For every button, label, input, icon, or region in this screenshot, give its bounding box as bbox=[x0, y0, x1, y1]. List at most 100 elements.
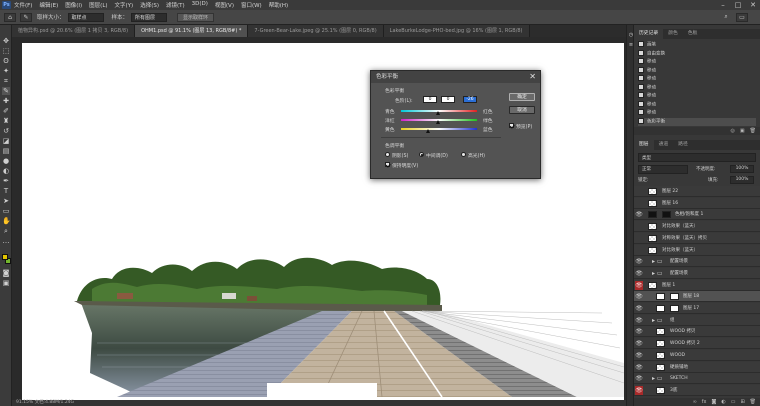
home-icon[interactable]: ⌂ bbox=[4, 12, 16, 22]
workspace-icon[interactable]: ▭ bbox=[736, 12, 748, 22]
layer-mask-thumbnail[interactable] bbox=[662, 211, 671, 219]
menu-item[interactable]: 图层(L) bbox=[89, 1, 107, 9]
visibility-eye-icon[interactable]: 👁 bbox=[635, 339, 643, 348]
gradient-tool-icon[interactable]: ▤ bbox=[2, 147, 10, 155]
ok-button[interactable]: 确定 bbox=[509, 93, 535, 101]
magenta-green-slider-thumb[interactable] bbox=[436, 120, 440, 124]
tone-shadows-radio[interactable] bbox=[385, 152, 390, 157]
yellow-blue-slider[interactable] bbox=[401, 128, 477, 130]
yellow-blue-slider-thumb[interactable] bbox=[426, 129, 430, 133]
snapshot-icon[interactable]: ◎ bbox=[731, 128, 735, 134]
visibility-eye-icon[interactable]: 👁 bbox=[635, 363, 643, 372]
type-tool-icon[interactable]: T bbox=[2, 187, 10, 195]
visibility-eye-icon[interactable]: 👁 bbox=[635, 327, 643, 336]
layer-row[interactable]: 对比效果（蓝天） bbox=[634, 221, 760, 233]
layer-row[interactable]: 图层 22 bbox=[634, 186, 760, 197]
history-item[interactable]: 画笔 bbox=[638, 41, 756, 49]
blend-mode-select[interactable]: 正常 bbox=[638, 165, 688, 174]
adjustment-icon[interactable]: ◐ bbox=[721, 399, 725, 405]
visibility-eye-icon[interactable]: 👁 bbox=[635, 304, 643, 313]
minimize-icon[interactable]: – bbox=[716, 0, 730, 10]
healing-tool-icon[interactable]: ✚ bbox=[2, 97, 10, 105]
fx-icon[interactable]: fx bbox=[702, 399, 707, 405]
sample-size-select[interactable]: 取样点 bbox=[67, 12, 104, 22]
folder-icon[interactable]: ▭ bbox=[731, 399, 736, 405]
visibility-eye-icon[interactable] bbox=[635, 246, 643, 255]
eyedropper-tool-button[interactable]: ✎ bbox=[2, 87, 10, 95]
marquee-tool-icon[interactable]: ⬚ bbox=[2, 47, 10, 55]
visibility-eye-icon[interactable] bbox=[635, 187, 643, 196]
layer-row[interactable]: 👁 硬质铺地 bbox=[634, 361, 760, 373]
eraser-tool-icon[interactable]: ◪ bbox=[2, 137, 10, 145]
menu-item[interactable]: 窗口(W) bbox=[241, 1, 262, 9]
visibility-eye-icon[interactable]: 👁 bbox=[635, 280, 643, 290]
history-item[interactable]: 自由变换 bbox=[638, 49, 756, 58]
visibility-eye-icon[interactable] bbox=[635, 234, 643, 243]
layer-row[interactable]: 👁 图层 17 bbox=[634, 303, 760, 314]
maximize-icon[interactable]: □ bbox=[731, 0, 745, 10]
panel-tab[interactable]: 历史记录 bbox=[634, 29, 664, 39]
crop-tool-icon[interactable]: ⌗ bbox=[2, 77, 10, 85]
menu-item[interactable]: 文件(F) bbox=[14, 1, 32, 9]
history-item[interactable]: 移动 bbox=[638, 109, 756, 117]
history-brush-tool-icon[interactable]: ↺ bbox=[2, 127, 10, 135]
document-tab[interactable]: OHM1.psd @ 91.1% (图层 13, RGB/8#) * bbox=[135, 25, 249, 37]
lasso-tool-icon[interactable]: ʘ bbox=[2, 57, 10, 65]
sample-layer-select[interactable]: 所有图层 bbox=[131, 12, 168, 22]
layer-row[interactable]: 👁 WOOD 拷贝 2 bbox=[634, 338, 760, 350]
panel-tab[interactable]: 图层 bbox=[634, 140, 654, 150]
history-item[interactable]: 移动 bbox=[638, 75, 756, 83]
screen-mode-icon[interactable]: ▣ bbox=[2, 279, 10, 287]
menu-item[interactable]: 视图(V) bbox=[215, 1, 234, 9]
layer-row[interactable]: 👁 图层 1 bbox=[634, 279, 760, 291]
layer-row[interactable]: 图层 16 bbox=[634, 197, 760, 209]
layer-filter-bar[interactable]: 类型 bbox=[638, 153, 756, 162]
visibility-eye-icon[interactable]: 👁 bbox=[635, 210, 643, 219]
quick-select-tool-icon[interactable]: ✦ bbox=[2, 67, 10, 75]
move-tool-icon[interactable]: ✥ bbox=[2, 37, 10, 45]
group-folder-icon[interactable]: ▸ ▭ bbox=[652, 315, 663, 326]
layer-row[interactable]: 👁 3底 bbox=[634, 384, 760, 396]
close-icon[interactable]: ✕ bbox=[746, 0, 760, 10]
trash-icon[interactable]: 🗑 bbox=[750, 128, 756, 134]
dodge-tool-icon[interactable]: ◐ bbox=[2, 167, 10, 175]
group-folder-icon[interactable]: ▸ ▭ bbox=[652, 256, 663, 267]
menu-item[interactable]: 图像(I) bbox=[65, 1, 82, 9]
fill-input[interactable]: 100% bbox=[730, 176, 754, 184]
dialog-close-icon[interactable]: ✕ bbox=[529, 71, 536, 83]
foreground-color-swatch[interactable] bbox=[2, 254, 8, 260]
quick-mask-icon[interactable]: ◙ bbox=[2, 269, 10, 277]
layer-row[interactable]: 对称效果（蓝天）拷贝 bbox=[634, 232, 760, 244]
layer-row[interactable]: 👁 ▸ ▭ 配置场景 bbox=[634, 256, 760, 268]
visibility-eye-icon[interactable]: 👁 bbox=[635, 257, 643, 266]
layer-row[interactable]: 对比效果（蓝天） bbox=[634, 244, 760, 256]
layer-row[interactable]: 👁 WOOD 拷贝 bbox=[634, 326, 760, 338]
layer-row[interactable]: 👁 ▸ ▭ SKETCH bbox=[634, 373, 760, 385]
new-doc-icon[interactable]: ▣ bbox=[740, 128, 745, 134]
layer-mask-thumbnail[interactable] bbox=[670, 293, 679, 301]
document-tab[interactable]: 植物异构.psd @ 20.6% (图层 1 拷贝 3, RGB/8) bbox=[12, 25, 136, 37]
search-icon[interactable]: ⌕ bbox=[720, 13, 732, 22]
visibility-eye-icon[interactable]: 👁 bbox=[635, 292, 643, 301]
pen-tool-icon[interactable]: ✒ bbox=[2, 177, 10, 185]
layer-mask-thumbnail[interactable] bbox=[670, 305, 679, 312]
brush-tool-icon[interactable]: ✐ bbox=[2, 107, 10, 115]
group-folder-icon[interactable]: ▸ ▭ bbox=[652, 268, 663, 279]
preview-checkbox[interactable] bbox=[509, 123, 514, 128]
menu-item[interactable]: 文字(Y) bbox=[115, 1, 134, 9]
panel-tab[interactable]: 颜色 bbox=[663, 29, 683, 39]
stamp-tool-icon[interactable]: ♜ bbox=[2, 117, 10, 125]
history-item[interactable]: 移动 bbox=[638, 66, 756, 75]
cancel-button[interactable]: 取消 bbox=[509, 106, 535, 114]
shape-tool-icon[interactable]: ▭ bbox=[2, 207, 10, 215]
visibility-eye-icon[interactable]: 👁 bbox=[635, 316, 643, 325]
document-tab[interactable]: 7-Green-Bear-Lake.jpeg @ 25.1% (图层 0, RG… bbox=[248, 25, 384, 37]
visibility-eye-icon[interactable] bbox=[635, 199, 643, 208]
history-item[interactable]: 移动 bbox=[638, 92, 756, 100]
eyedropper-tool-icon[interactable]: ✎ bbox=[20, 12, 32, 22]
layer-row[interactable]: 👁 WOOD bbox=[634, 349, 760, 361]
hand-tool-icon[interactable]: ✋ bbox=[2, 217, 11, 225]
opacity-input[interactable]: 100% bbox=[730, 165, 754, 173]
cyan-red-slider-thumb[interactable] bbox=[436, 111, 440, 115]
menu-item[interactable]: 帮助(H) bbox=[269, 1, 288, 9]
